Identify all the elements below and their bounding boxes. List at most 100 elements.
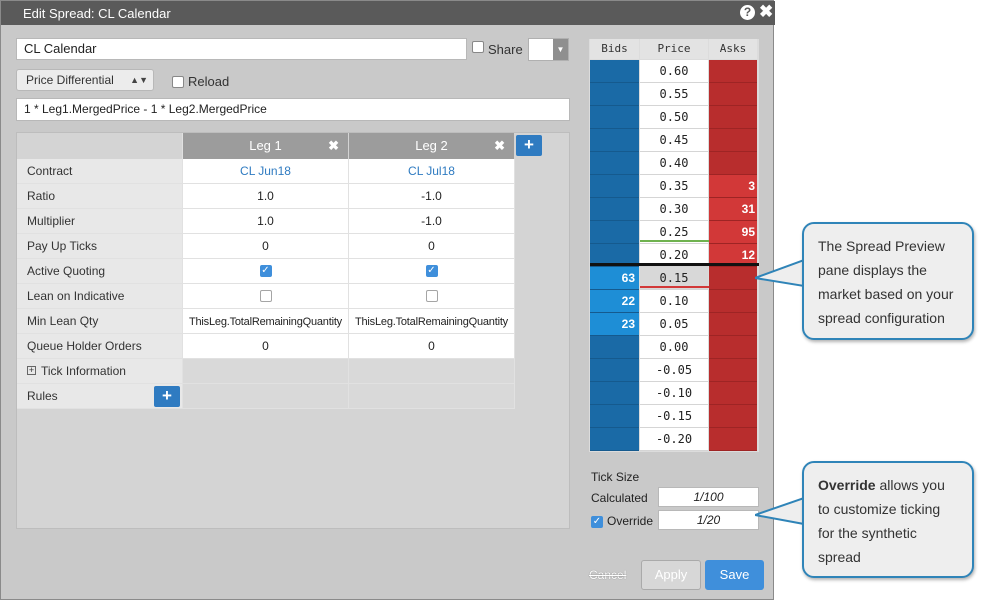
spread-name-input[interactable]: CL Calendar [16,38,467,60]
grid-cell[interactable]: -1.0 [349,209,515,234]
price-cell[interactable]: 0.00 [640,336,708,359]
grid-cell[interactable]: 1.0 [183,184,349,209]
tick-information-row[interactable]: + Tick Information [17,359,183,384]
bid-cell[interactable] [590,106,639,129]
spread-preview-callout-text: The Spread Preview pane displays the mar… [818,238,954,326]
checkbox-unchecked[interactable] [425,289,438,302]
color-swatch[interactable] [529,39,553,60]
ask-cell[interactable] [709,336,757,359]
spread-preview-callout: The Spread Preview pane displays the mar… [802,222,974,340]
grid-cell[interactable]: 1.0 [183,209,349,234]
price-cell[interactable]: 0.60 [640,60,708,83]
price-cell[interactable]: 0.45 [640,129,708,152]
bid-cell[interactable]: 63 [590,267,639,290]
rules-label: Rules [27,389,58,403]
bid-cell[interactable] [590,152,639,175]
reload-checkbox[interactable] [172,76,184,88]
grid-cell[interactable]: ThisLeg.TotalRemainingQuantity [183,309,349,334]
price-cell[interactable]: -0.15 [640,405,708,428]
contract-link[interactable]: CL Jul18 [408,164,455,178]
ask-cell[interactable]: 3 [709,175,757,198]
ask-cell[interactable] [709,382,757,405]
price-cell[interactable]: 0.40 [640,152,708,175]
color-picker[interactable]: ▼ [528,38,569,61]
bid-cell[interactable] [590,175,639,198]
grid-cell[interactable]: CL Jul18 [349,159,515,184]
bid-cell[interactable] [590,60,639,83]
bid-cell[interactable] [590,129,639,152]
ask-cell[interactable]: 95 [709,221,757,244]
bid-cell[interactable] [590,221,639,244]
bid-cell[interactable] [590,83,639,106]
formula-input[interactable]: 1 * Leg1.MergedPrice - 1 * Leg2.MergedPr… [16,98,570,121]
grid-cell[interactable] [183,284,349,309]
expand-icon[interactable]: + [27,366,36,376]
ask-cell[interactable]: 31 [709,198,757,221]
add-rule-button[interactable]: + [154,386,180,407]
bid-cell[interactable] [590,428,639,451]
ask-cell[interactable] [709,106,757,129]
chevron-down-icon[interactable]: ▼ [553,39,568,60]
grid-cell[interactable]: 0 [349,334,515,359]
spread-type-select[interactable]: Price Differential ▲▼ [16,69,154,91]
ladder-red-marker [640,286,709,288]
grid-cell[interactable]: -1.0 [349,184,515,209]
price-cell[interactable]: 0.05 [640,313,708,336]
grid-cell[interactable]: ✓ [183,259,349,284]
price-cell[interactable]: -0.05 [640,359,708,382]
apply-button[interactable]: Apply [641,560,701,590]
price-cell[interactable]: 0.30 [640,198,708,221]
bid-cell[interactable] [590,359,639,382]
ask-cell[interactable] [709,428,757,451]
grid-cell[interactable]: CL Jun18 [183,159,349,184]
ask-cell[interactable] [709,60,757,83]
bid-cell[interactable]: 23 [590,313,639,336]
save-button[interactable]: Save [705,560,764,590]
remove-leg-icon[interactable]: ✖ [328,133,339,159]
price-cell[interactable]: 0.10 [640,290,708,313]
bid-cell[interactable]: 22 [590,290,639,313]
ask-cell[interactable] [709,290,757,313]
bid-cell[interactable] [590,405,639,428]
grid-cell[interactable] [349,284,515,309]
grid-cell[interactable]: 0 [183,334,349,359]
ask-cell[interactable] [709,152,757,175]
grid-row-label: Ratio [17,184,183,209]
price-cell[interactable]: 0.55 [640,83,708,106]
close-icon[interactable]: ✖ [759,3,773,21]
grid-row-label: Min Lean Qty [17,309,183,334]
grid-cell-value: 0 [428,239,435,253]
ask-cell[interactable] [709,405,757,428]
grid-cell[interactable]: 0 [349,234,515,259]
price-cell[interactable]: -0.10 [640,382,708,405]
remove-leg-icon[interactable]: ✖ [494,133,505,159]
override-tick-field[interactable]: 1/20 [658,510,759,530]
checkbox-checked[interactable]: ✓ [425,264,438,277]
checkbox-checked[interactable]: ✓ [259,264,272,277]
ask-cell[interactable] [709,313,757,336]
price-cell[interactable]: -0.20 [640,428,708,451]
bid-cell[interactable] [590,198,639,221]
bid-cell[interactable] [590,382,639,405]
grid-cell-value: 1.0 [257,189,274,203]
ask-cell[interactable] [709,359,757,382]
tick-information-cell [349,359,515,384]
share-checkbox[interactable] [472,41,484,53]
price-cell[interactable]: 0.50 [640,106,708,129]
grid-cell-value: ThisLeg.TotalRemainingQuantity [355,316,508,328]
override-checkbox[interactable]: ✓ [591,516,603,528]
grid-cell[interactable]: ✓ [349,259,515,284]
bid-cell[interactable] [590,336,639,359]
ask-cell[interactable] [709,267,757,290]
ask-cell[interactable] [709,83,757,106]
ask-cell[interactable] [709,129,757,152]
checkbox-unchecked[interactable] [259,289,272,302]
add-leg-button[interactable]: + [516,135,542,156]
contract-link[interactable]: CL Jun18 [240,164,291,178]
help-icon[interactable]: ? [740,5,755,20]
grid-cell[interactable]: ThisLeg.TotalRemainingQuantity [349,309,515,334]
spread-type-value: Price Differential [26,73,114,87]
grid-cell[interactable]: 0 [183,234,349,259]
cancel-button[interactable]: Cancel [589,568,626,582]
price-cell[interactable]: 0.35 [640,175,708,198]
